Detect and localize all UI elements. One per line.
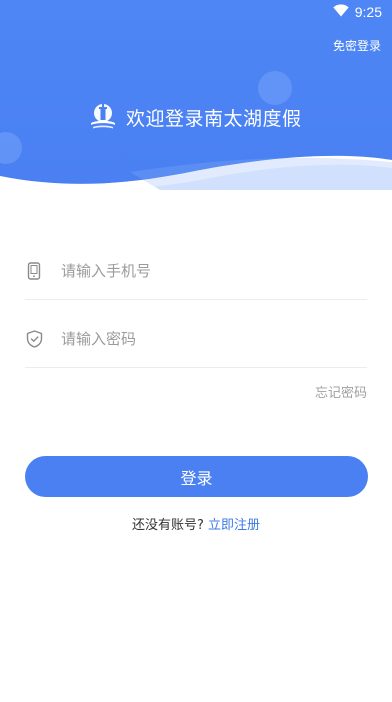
status-bar: 9:25 (333, 0, 392, 24)
login-button[interactable]: 登录 (25, 456, 368, 497)
forgot-password-link[interactable]: 忘记密码 (315, 382, 367, 401)
brand-header: 欢迎登录南太湖度假 (88, 102, 302, 132)
phone-field (25, 243, 367, 300)
password-input[interactable] (59, 323, 367, 355)
passwordless-login-link[interactable]: 免密登录 (333, 37, 381, 54)
phone-input[interactable] (59, 255, 367, 287)
password-field (25, 311, 367, 368)
register-prompt: 还没有账号? 立即注册 (0, 514, 392, 533)
tower-logo-icon (88, 102, 118, 132)
phone-icon (25, 262, 43, 280)
login-screen: 9:25 免密登录 欢迎登录南太湖度假 请输入手机号 忘记密码 登录 还没有账号… (0, 0, 392, 702)
header-wave-background (0, 0, 392, 190)
wifi-icon (333, 3, 349, 21)
status-time: 9:25 (354, 4, 382, 20)
app-title: 欢迎登录南太湖度假 (126, 107, 302, 130)
register-question: 还没有账号? (131, 518, 204, 533)
shield-icon (25, 330, 43, 348)
header-banner: 9:25 免密登录 欢迎登录南太湖度假 (0, 0, 392, 190)
register-link[interactable]: 立即注册 (208, 518, 260, 533)
